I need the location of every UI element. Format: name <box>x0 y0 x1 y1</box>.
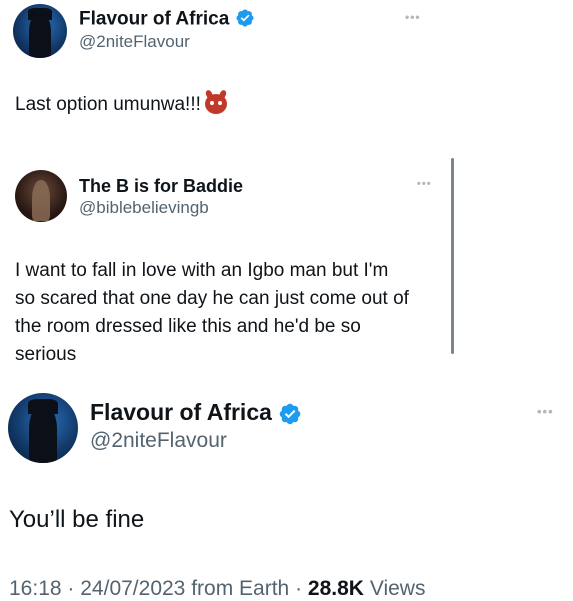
verified-badge-icon <box>235 8 255 31</box>
quoted-avatar[interactable] <box>15 170 67 222</box>
quoted-author-name[interactable]: The B is for Baddie <box>79 176 243 197</box>
tweet-time[interactable]: 16:18 <box>9 577 62 600</box>
quoted-text-line: serious <box>15 344 77 365</box>
quoted-text-line: the room dressed like this and he'd be s… <box>15 316 361 337</box>
author-name[interactable]: Flavour of Africa <box>90 399 272 425</box>
author-name[interactable]: Flavour of Africa <box>79 9 229 30</box>
quoted-author-handle[interactable]: @biblebelievingb <box>79 198 209 218</box>
quoted-text-line: I want to fall in love with an Igbo man … <box>15 260 389 281</box>
avatar[interactable] <box>13 4 67 58</box>
tweet-source: from Earth <box>191 577 290 600</box>
views-label[interactable]: Views <box>370 577 426 600</box>
quoted-text-line: so scared that one day he can just come … <box>15 288 409 309</box>
avatar[interactable] <box>8 393 78 463</box>
ellipsis-icon[interactable]: ••• <box>417 178 432 190</box>
author-handle[interactable]: @2niteFlavour <box>79 32 190 52</box>
tweet-date[interactable]: 24/07/2023 <box>80 577 185 600</box>
devil-face-icon <box>204 94 227 114</box>
author-handle[interactable]: @2niteFlavour <box>90 429 227 453</box>
verified-badge-icon <box>278 400 302 428</box>
ellipsis-icon[interactable]: ••• <box>537 404 554 419</box>
author-header: Flavour of Africa <box>79 8 255 31</box>
meta-separator: · <box>295 577 303 600</box>
scrollbar[interactable] <box>451 158 454 354</box>
ellipsis-icon[interactable]: ••• <box>405 10 421 24</box>
meta-separator: · <box>67 577 75 600</box>
views-count[interactable]: 28.8K <box>308 577 364 600</box>
tweet-meta: 16:18 · 24/07/2023 from Earth · 28.8K Vi… <box>9 577 425 601</box>
quoted-tweet-text: I want to fall in love with an Igbo man … <box>15 257 445 369</box>
tweet-text-content: Last option umunwa!!! <box>15 94 201 115</box>
author-header: Flavour of Africa <box>90 398 302 428</box>
tweet-text: You’ll be fine <box>9 506 145 533</box>
tweet-text: Last option umunwa!!! <box>15 94 227 116</box>
